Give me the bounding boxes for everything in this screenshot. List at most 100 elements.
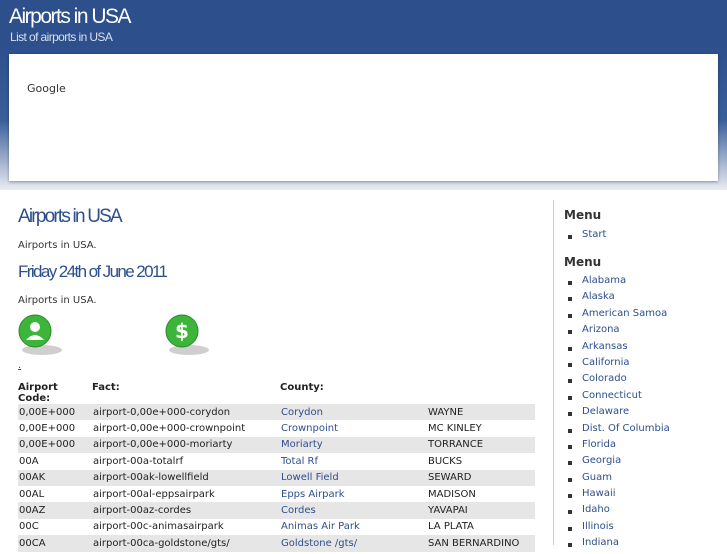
ad-label: Google <box>27 82 66 95</box>
cell-airport-code: 0,00E+000 <box>18 436 92 454</box>
table-row: 00A airport-00a-totalrf Total Rf BUCKS <box>18 453 535 469</box>
intro-text: Airports in USA. <box>18 240 97 251</box>
dollar-icon[interactable]: $ <box>165 314 209 358</box>
cell-fact: airport-0,00e+000-corydon <box>92 404 280 421</box>
cell-fact: airport-00al-eppsairpark <box>93 488 215 500</box>
table-row: 00AK airport-00ak-lowellfield Lowell Field… <box>18 469 535 486</box>
col-header-county: County: <box>280 382 324 393</box>
county-link[interactable]: Corydon <box>281 407 323 418</box>
col-header-fact: Fact: <box>92 382 120 393</box>
table-header-row: Airport Code: Fact: County: <box>18 380 535 404</box>
cell-airport-code: 00A <box>19 455 39 467</box>
cell-county-name: TORRANCE <box>427 436 535 454</box>
county-link[interactable]: Cordes <box>281 505 316 516</box>
sidebar-item-start: Start <box>564 229 606 245</box>
sidebar-item-dist-of-columbia: Dist. Of Columbia <box>564 423 670 439</box>
cell-fact: airport-0,00e+000-moriarty <box>92 436 280 454</box>
sidebar-link[interactable]: Dist. Of Columbia <box>582 423 670 434</box>
sidebar-link[interactable]: Indiana <box>582 537 619 548</box>
table-row: 00AL airport-00al-eppsairpark Epps Airpark… <box>18 486 535 502</box>
table-row: 0,00E+000 airport-0,00e+000-corydon Corydo… <box>18 404 535 421</box>
dot-link[interactable]: . <box>18 360 21 371</box>
cell-fact: airport-00ca-goldstone/gts/ <box>92 535 280 552</box>
cell-county: Total Rf <box>280 453 427 469</box>
svg-text:$: $ <box>175 319 189 343</box>
sidebar-item-alabama: Alabama <box>564 275 670 291</box>
sidebar-item-indiana: Indiana <box>564 537 670 553</box>
sidebar-item-hawaii: Hawaii <box>564 488 670 504</box>
cell-county: Crownpoint <box>280 420 427 436</box>
cell-county: Epps Airpark <box>280 486 427 502</box>
cell-county-name: YAVAPAI <box>427 502 535 519</box>
sidebar-link[interactable]: Florida <box>582 439 616 450</box>
county-link[interactable]: Crownpoint <box>281 423 338 434</box>
cell-airport-code: 00AK <box>18 469 92 486</box>
cell-county-name: BUCKS <box>428 455 463 467</box>
cell-county-name: WAYNE <box>427 404 535 421</box>
sidebar-link[interactable]: California <box>582 357 630 368</box>
cell-county: Animas Air Park <box>280 519 427 535</box>
sidebar-item-california: California <box>564 357 670 373</box>
sidebar-item-georgia: Georgia <box>564 455 670 471</box>
cell-county-name: LA PLATA <box>428 521 474 533</box>
sidebar-link[interactable]: Delaware <box>582 406 629 417</box>
sidebar-link[interactable]: American Samoa <box>582 308 667 319</box>
sidebar-link[interactable]: Illinois <box>582 521 614 532</box>
sidebar-link[interactable]: Connecticut <box>582 390 642 401</box>
sidebar-menu-title-1: Menu <box>564 208 602 222</box>
county-link[interactable]: Epps Airpark <box>281 489 345 500</box>
sidebar-item-colorado: Colorado <box>564 373 670 389</box>
sidebar-item-guam: Guam <box>564 472 670 488</box>
sidebar-link[interactable]: Arkansas <box>582 341 628 352</box>
table-row: 00CA airport-00ca-goldstone/gts/Goldstone… <box>18 535 535 552</box>
site-title[interactable]: Airports in USA <box>9 5 132 29</box>
sidebar-menu-title-2: Menu <box>564 255 602 269</box>
cell-airport-code: 00AZ <box>18 502 92 519</box>
sidebar-item-connecticut: Connecticut <box>564 390 670 406</box>
sidebar-menu-2: Alabama Alaska American Samoa Arizona Arkans… <box>564 275 670 554</box>
cell-county: Cordes <box>280 502 427 519</box>
sidebar-link[interactable]: Guam <box>582 472 612 483</box>
table-row: 00C airport-00c-animasairpark Animas Air P… <box>18 519 535 535</box>
county-link[interactable]: Animas Air Park <box>281 521 360 532</box>
cell-airport-code: 0,00E+000 <box>18 404 92 421</box>
cell-airport-code: 00CA <box>18 535 92 552</box>
col-header-extra <box>427 380 535 404</box>
sidebar-link[interactable]: Hawaii <box>582 488 616 499</box>
cell-airport-code: 0,00E+000 <box>19 423 76 435</box>
sidebar-item-idaho: Idaho <box>564 504 670 520</box>
county-link[interactable]: Lowell Field <box>281 472 339 483</box>
cell-county-name: SAN BERNARDINO <box>427 535 535 552</box>
cell-fact: airport-00ak-lowellfield <box>92 469 280 486</box>
airports-table: Airport Code: Fact: County: 0,00E+000 air… <box>18 380 535 552</box>
cell-county: Lowell Field <box>280 469 427 486</box>
county-link[interactable]: Goldstone /gts/ <box>281 538 357 549</box>
county-link[interactable]: Moriarty <box>281 439 323 450</box>
county-link[interactable]: Total Rf <box>281 456 318 467</box>
sidebar-link[interactable]: Start <box>582 229 606 240</box>
sidebar: Menu Start Menu Alabama Alaska American Sa… <box>553 200 727 548</box>
cell-county-name: SEWARD <box>427 469 535 486</box>
cell-county-name: MC KINLEY <box>428 423 482 435</box>
sidebar-link[interactable]: Idaho <box>582 504 610 515</box>
cell-county: Goldstone /gts/ <box>280 535 427 552</box>
sidebar-item-american-samoa: American Samoa <box>564 308 670 324</box>
ad-banner[interactable]: Google <box>9 54 718 181</box>
sidebar-link[interactable]: Georgia <box>582 455 621 466</box>
sidebar-item-arizona: Arizona <box>564 324 670 340</box>
site-subtitle: List of airports in USA <box>10 30 113 44</box>
cell-county-name: MADISON <box>428 488 476 500</box>
cell-county: Moriarty <box>280 436 427 454</box>
cell-fact: airport-0,00e+000-crownpoint <box>93 423 246 435</box>
table-row: 00AZ airport-00az-cordes Cordes YAVAPAI <box>18 502 535 519</box>
col-header-code: Airport Code: <box>18 382 58 404</box>
user-icon[interactable] <box>18 314 62 358</box>
sidebar-link[interactable]: Arizona <box>582 324 620 335</box>
cell-fact: airport-00az-cordes <box>92 502 280 519</box>
sidebar-link[interactable]: Colorado <box>582 373 627 384</box>
sidebar-item-delaware: Delaware <box>564 406 670 422</box>
cell-airport-code: 00AL <box>19 488 45 500</box>
sidebar-menu-1: Start <box>564 229 606 245</box>
sidebar-link[interactable]: Alabama <box>582 275 626 286</box>
sidebar-link[interactable]: Alaska <box>582 291 615 302</box>
